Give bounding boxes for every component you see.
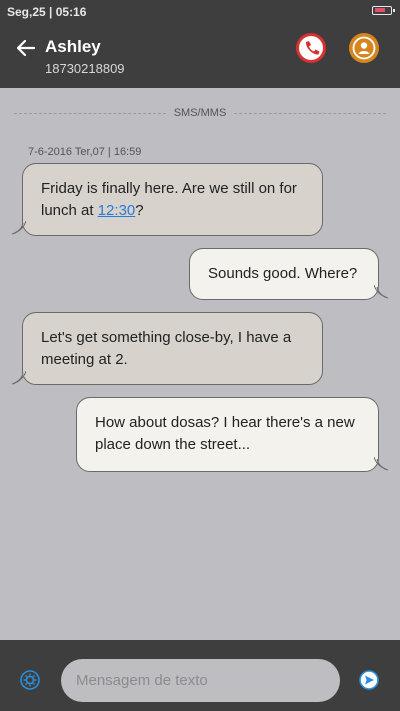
incoming-message[interactable]: Friday is finally here. Are we still on …	[22, 163, 323, 236]
time-link[interactable]: 12:30	[98, 202, 136, 219]
contact-name: Ashley	[45, 37, 101, 56]
bubble-tail	[374, 457, 388, 471]
message-thread[interactable]: SMS/MMS 7-6-2016 Ter,07 | 16:59 Friday i…	[0, 88, 400, 640]
call-button[interactable]	[295, 32, 327, 64]
incoming-message[interactable]: Let's get something close-by, I have a m…	[22, 312, 323, 385]
battery-level	[375, 8, 385, 12]
status-bar: Seg,25 | 05:16	[0, 0, 400, 24]
bubble-tail	[12, 221, 26, 235]
attachment-icon[interactable]	[20, 670, 40, 690]
back-arrow-icon[interactable]	[14, 36, 38, 60]
bubble-tail	[12, 371, 26, 385]
outgoing-message[interactable]: How about dosas? I hear there's a new pl…	[76, 397, 379, 472]
battery-icon	[372, 6, 395, 15]
contact-info-button[interactable]	[348, 32, 380, 64]
bubble-tail	[374, 285, 388, 299]
message-type-label: SMS/MMS	[173, 107, 227, 119]
send-button[interactable]	[359, 670, 379, 690]
conversation-header: Ashley 18730218809	[0, 24, 400, 88]
outgoing-message[interactable]: Sounds good. Where?	[189, 248, 379, 300]
divider-line-right	[234, 113, 386, 114]
message-timestamp: 7-6-2016 Ter,07 | 16:59	[28, 146, 142, 158]
divider-line-left	[14, 113, 166, 114]
message-input[interactable]	[61, 659, 340, 702]
contact-number: 18730218809	[45, 61, 125, 76]
composer-bar	[0, 640, 400, 711]
person-icon	[360, 42, 368, 49]
status-datetime: Seg,25 | 05:16	[7, 5, 87, 19]
